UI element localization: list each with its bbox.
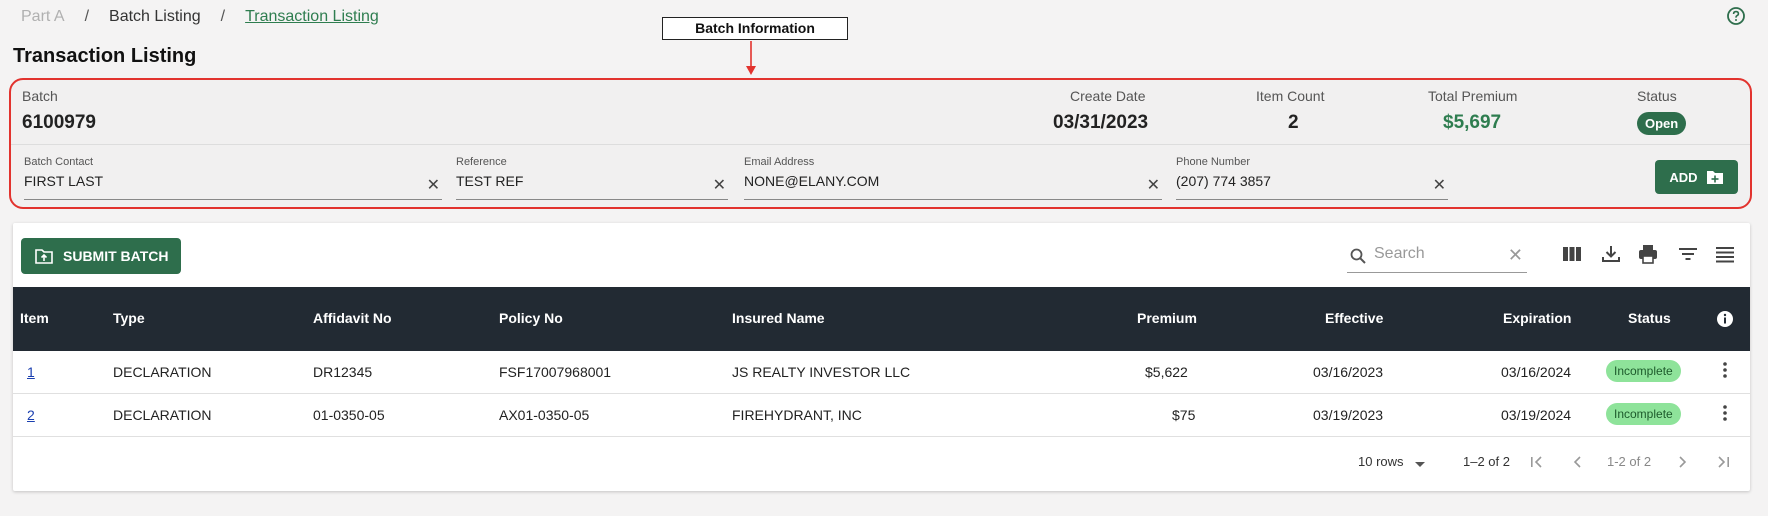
last-page-icon[interactable] [1714,453,1732,471]
cell-affidavit: 01-0350-05 [313,407,385,423]
prev-page-icon[interactable] [1569,453,1587,471]
table-row: 1 DECLARATION DR12345 FSF17007968001 JS … [13,351,1750,394]
breadcrumb-separator: / [84,8,90,25]
batch-information-panel: Batch 6100979 Create Date 03/31/2023 Ite… [9,78,1752,209]
email-field[interactable]: Email Address NONE@ELANY.COM ✕ [744,156,1162,200]
columns-icon[interactable] [1561,243,1583,265]
filter-icon[interactable] [1677,243,1699,265]
phone-value[interactable]: (207) 774 3857 [1176,173,1271,189]
kebab-icon[interactable] [1722,404,1728,422]
batch-contact-field[interactable]: Batch Contact FIRST LAST ✕ [24,156,442,200]
transaction-table-card: SUBMIT BATCH ✕ Item Type Affidav [13,223,1750,491]
breadcrumb-transaction-listing[interactable]: Transaction Listing [245,8,379,26]
item-count-label: Item Count [1256,88,1325,104]
column-header-status[interactable]: Status [1628,310,1671,326]
breadcrumb-separator: / [220,8,226,25]
table-row: 2 DECLARATION 01-0350-05 AX01-0350-05 FI… [13,394,1750,437]
create-date-label: Create Date [1070,88,1146,104]
reference-label: Reference [456,156,507,168]
clear-icon[interactable]: ✕ [427,175,440,195]
add-button-label: ADD [1669,169,1698,185]
first-page-icon[interactable] [1528,453,1546,471]
table-header: Item Type Affidavit No Policy No Insured… [13,287,1750,351]
total-premium-value: $5,697 [1443,112,1502,133]
batch-contact-value[interactable]: FIRST LAST [24,173,103,189]
annotation-arrow-icon [746,41,756,75]
cell-type: DECLARATION [113,407,212,423]
submit-batch-label: SUBMIT BATCH [63,248,169,264]
item-link[interactable]: 1 [27,364,35,380]
search-clear-icon[interactable]: ✕ [1508,245,1523,266]
cell-affidavit: DR12345 [313,364,373,380]
status-badge: Incomplete [1606,360,1681,382]
item-count-value: 2 [1288,112,1299,133]
create-date-value: 03/31/2023 [1053,112,1149,133]
search-field[interactable]: ✕ [1347,241,1527,273]
cell-premium: $5,622 [1145,364,1188,380]
column-header-expiration[interactable]: Expiration [1503,310,1571,326]
cell-policy: AX01-0350-05 [499,407,590,423]
column-header-affidavit[interactable]: Affidavit No [313,310,392,326]
column-header-effective[interactable]: Effective [1325,310,1383,326]
batch-contact-label: Batch Contact [24,156,94,168]
phone-label: Phone Number [1176,156,1250,168]
status-badge: Open [1637,112,1687,135]
breadcrumb: Part A / Batch Listing / Transaction Lis… [21,8,379,26]
submit-batch-button[interactable]: SUBMIT BATCH [21,238,181,274]
column-header-insured[interactable]: Insured Name [732,310,825,326]
reference-field[interactable]: Reference TEST REF ✕ [456,156,728,200]
divider [11,144,1750,145]
item-link[interactable]: 2 [27,407,35,423]
info-icon[interactable] [1716,310,1734,328]
cell-effective: 03/16/2023 [1313,364,1384,380]
clear-icon[interactable]: ✕ [713,175,726,195]
status-badge: Incomplete [1606,403,1681,425]
total-premium-label: Total Premium [1428,88,1518,104]
cell-effective: 03/19/2023 [1313,407,1384,423]
pagination-range: 1–2 of 2 [1463,454,1510,469]
cell-policy: FSF17007968001 [499,364,612,380]
phone-field[interactable]: Phone Number (207) 774 3857 ✕ [1176,156,1448,200]
breadcrumb-batch-listing[interactable]: Batch Listing [109,8,201,26]
help-icon[interactable] [1726,6,1746,26]
cell-insured: JS REALTY INVESTOR LLC [732,364,911,380]
column-header-item[interactable]: Item [20,310,49,326]
status-label: Status [1637,88,1677,104]
add-button[interactable]: ADD [1655,160,1738,194]
batch-label: Batch [22,88,58,104]
clear-icon[interactable]: ✕ [1147,175,1160,195]
breadcrumb-part-a[interactable]: Part A [21,8,65,26]
column-header-premium[interactable]: Premium [1137,310,1197,326]
pagination-page-text: 1-2 of 2 [1607,454,1652,469]
email-label: Email Address [744,156,815,168]
cell-insured: FIREHYDRANT, INC [732,407,862,423]
search-input[interactable] [1374,245,1499,263]
rows-per-page-select[interactable]: 10 rows [1358,454,1404,469]
batch-number: 6100979 [22,112,96,133]
dropdown-arrow-icon[interactable] [1411,455,1429,473]
reference-value[interactable]: TEST REF [456,173,523,189]
clear-icon[interactable]: ✕ [1433,175,1446,195]
annotation-label: Batch Information [662,17,848,40]
search-icon [1350,248,1366,264]
column-header-policy[interactable]: Policy No [499,310,563,326]
next-page-icon[interactable] [1673,453,1691,471]
cell-expiration: 03/16/2024 [1501,364,1572,380]
cell-expiration: 03/19/2024 [1501,407,1572,423]
kebab-icon[interactable] [1722,361,1728,379]
upload-folder-icon [35,249,53,264]
density-icon[interactable] [1714,243,1736,265]
add-folder-icon [1706,171,1723,184]
cell-type: DECLARATION [113,364,212,380]
cell-premium: $75 [1172,407,1196,423]
email-value[interactable]: NONE@ELANY.COM [744,173,879,189]
print-icon[interactable] [1637,243,1659,265]
download-icon[interactable] [1600,243,1622,265]
column-header-type[interactable]: Type [113,310,145,326]
page-title: Transaction Listing [13,45,197,67]
